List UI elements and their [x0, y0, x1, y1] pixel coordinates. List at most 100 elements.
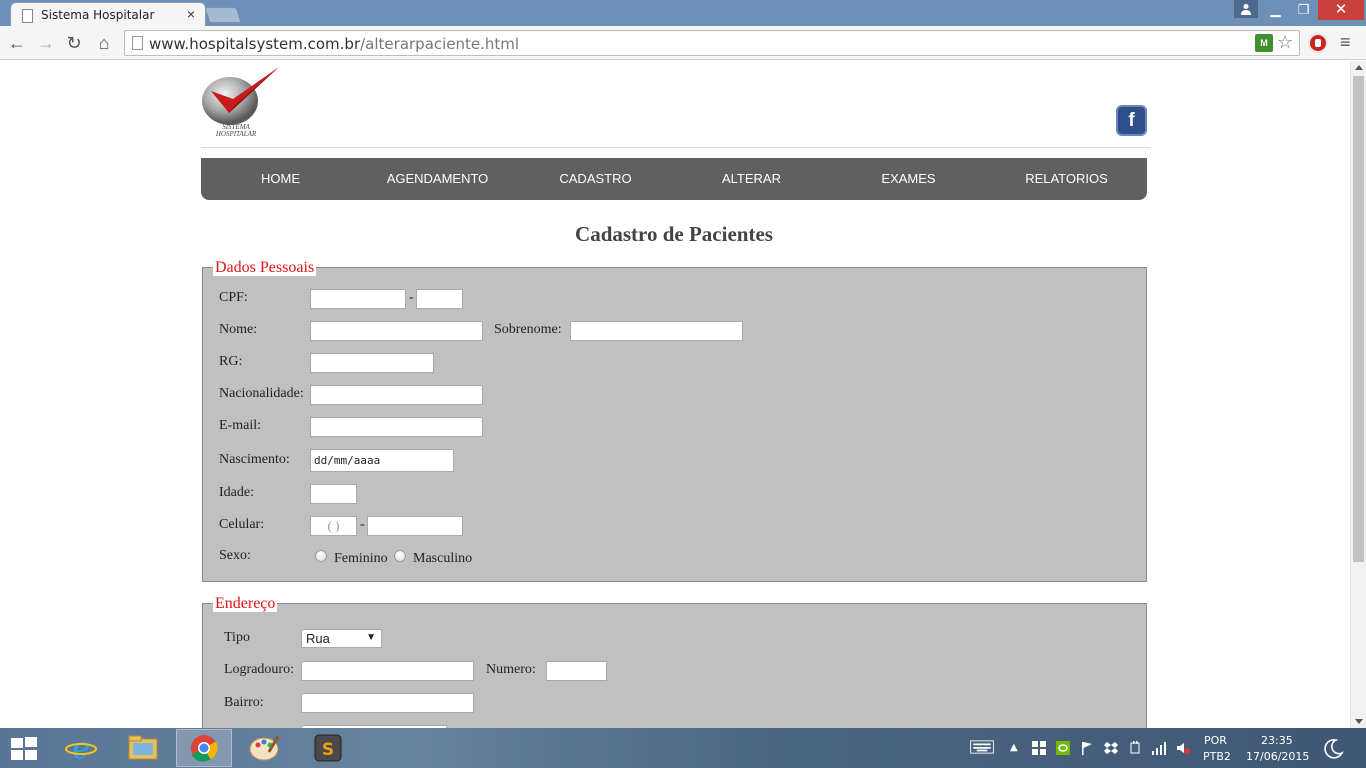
page-title: Cadastro de Pacientes: [575, 222, 773, 246]
file-explorer-icon[interactable]: [115, 729, 171, 767]
scroll-down-icon[interactable]: [1355, 719, 1363, 724]
reload-icon[interactable]: ↻: [63, 32, 85, 54]
clock-time[interactable]: 23:35: [1261, 734, 1293, 748]
celular-ddd-input[interactable]: ( ): [310, 516, 357, 536]
chrome-taskbar-icon[interactable]: [176, 729, 232, 767]
action-center-flag-icon[interactable]: [1080, 741, 1094, 755]
fieldset-dados-pessoais: Dados Pessoais CPF: - Nome: Sobrenome: R…: [202, 259, 1147, 582]
label-feminino: Feminino: [334, 551, 388, 566]
paint-icon[interactable]: [238, 729, 294, 767]
windows-taskbar: e S ▲ POR PTB2 23:35 17/06/2015: [0, 728, 1366, 768]
nav-relatorios[interactable]: RELATORIOS: [988, 158, 1145, 200]
close-window-button[interactable]: ✕: [1318, 0, 1364, 20]
main-nav: HOME AGENDAMENTO CADASTRO ALTERAR EXAMES…: [201, 158, 1147, 200]
url-text[interactable]: www.hospitalsystem.com.br/alterarpacient…: [149, 35, 519, 53]
windows-icon[interactable]: [1032, 741, 1046, 755]
nav-agendamento[interactable]: AGENDAMENTO: [359, 158, 516, 200]
rg-input[interactable]: [310, 353, 434, 373]
legend-dados-pessoais: Dados Pessoais: [213, 259, 317, 276]
quiet-hours-moon-icon[interactable]: [1322, 738, 1344, 760]
nacionalidade-input[interactable]: [310, 385, 483, 405]
language-indicator[interactable]: POR: [1204, 734, 1227, 748]
sobrenome-input[interactable]: [570, 321, 743, 341]
label-tipo: Tipo: [224, 630, 250, 645]
label-email: E-mail:: [219, 418, 261, 433]
bookmark-star-icon[interactable]: ☆: [1277, 32, 1293, 53]
label-sobrenome: Sobrenome:: [494, 322, 562, 337]
browser-titlebar: Sistema Hospitalar × ▁ ❐ ✕: [0, 0, 1366, 28]
logradouro-input[interactable]: [301, 661, 474, 681]
keyboard-icon[interactable]: [968, 740, 996, 754]
sublime-text-icon[interactable]: S: [300, 729, 356, 767]
label-rg: RG:: [219, 354, 243, 369]
svg-text:e: e: [72, 731, 90, 766]
forward-icon[interactable]: →: [35, 32, 57, 54]
scrollbar-thumb[interactable]: [1353, 76, 1364, 562]
nav-cadastro[interactable]: CADASTRO: [517, 158, 674, 200]
label-logradouro: Logradouro:: [224, 662, 294, 677]
nome-input[interactable]: [310, 321, 483, 341]
nvidia-icon[interactable]: [1056, 741, 1070, 755]
scroll-up-icon[interactable]: [1355, 65, 1363, 70]
label-sexo: Sexo:: [219, 548, 251, 563]
email-input[interactable]: [310, 417, 483, 437]
page-icon: [22, 9, 33, 23]
tab-sistema-hospitalar[interactable]: Sistema Hospitalar ×: [10, 2, 206, 28]
maximize-button[interactable]: ❐: [1290, 0, 1317, 20]
extension-icon[interactable]: M: [1255, 34, 1273, 52]
internet-explorer-icon[interactable]: e: [53, 729, 109, 767]
page-scrollbar[interactable]: [1350, 61, 1366, 728]
keyboard-layout-indicator[interactable]: PTB2: [1203, 750, 1231, 764]
logo-text: SISTEMA HOSPITALAR: [215, 123, 257, 138]
nav-home[interactable]: HOME: [202, 158, 359, 200]
start-button-icon[interactable]: [11, 737, 39, 761]
nav-exames[interactable]: EXAMES: [830, 158, 987, 200]
back-icon[interactable]: ←: [6, 32, 28, 54]
address-bar[interactable]: www.hospitalsystem.com.br/alterarpacient…: [124, 30, 1300, 56]
label-nacionalidade: Nacionalidade:: [219, 386, 304, 401]
tipo-select-value: Rua: [306, 631, 330, 646]
celular-number-input[interactable]: [367, 516, 463, 536]
home-icon[interactable]: ⌂: [93, 32, 115, 54]
new-tab-button[interactable]: [204, 7, 242, 23]
signal-icon[interactable]: [1152, 741, 1166, 755]
adblock-icon[interactable]: [1308, 33, 1328, 53]
chrome-menu-icon[interactable]: ≡: [1340, 33, 1351, 51]
radio-feminino[interactable]: [315, 550, 327, 562]
dropbox-icon[interactable]: [1104, 741, 1118, 755]
tipo-select[interactable]: Rua ▼: [301, 629, 382, 648]
tab-title: Sistema Hospitalar: [41, 8, 155, 22]
radio-masculino[interactable]: [394, 550, 406, 562]
tab-close-icon[interactable]: ×: [187, 6, 195, 22]
numero-input[interactable]: [546, 661, 607, 681]
idade-input[interactable]: [310, 484, 357, 504]
label-cpf: CPF:: [219, 290, 248, 305]
volume-muted-icon[interactable]: [1176, 741, 1190, 755]
celular-separator: -: [360, 517, 365, 532]
page-viewport: SISTEMA HOSPITALAR f HOME AGENDAMENTO CA…: [0, 61, 1350, 728]
cpf-digit-input[interactable]: [416, 289, 463, 309]
cpf-input[interactable]: [310, 289, 406, 309]
label-bairro: Bairro:: [224, 695, 264, 710]
label-masculino: Masculino: [413, 551, 473, 566]
minimize-button[interactable]: ▁: [1262, 0, 1289, 20]
svg-text:S: S: [322, 740, 334, 760]
user-profile-icon[interactable]: [1234, 0, 1258, 18]
label-celular: Celular:: [219, 517, 265, 532]
legend-endereco: Endereço: [213, 595, 278, 612]
clock-date[interactable]: 17/06/2015: [1246, 750, 1309, 764]
bairro-input[interactable]: [301, 693, 474, 713]
page-icon: [132, 36, 143, 50]
label-nome: Nome:: [219, 322, 258, 337]
show-hidden-icons-icon[interactable]: ▲: [1010, 741, 1018, 755]
browser-toolbar: ← → ↻ ⌂ www.hospitalsystem.com.br/altera…: [0, 26, 1366, 60]
power-plug-icon[interactable]: [1128, 741, 1142, 755]
facebook-icon[interactable]: f: [1116, 105, 1147, 136]
label-numero: Numero:: [486, 662, 536, 677]
nav-alterar[interactable]: ALTERAR: [673, 158, 830, 200]
cpf-separator: -: [409, 290, 414, 305]
label-nascimento: Nascimento:: [219, 452, 290, 467]
nascimento-date-input[interactable]: dd/mm/aaaa: [310, 449, 454, 472]
label-idade: Idade:: [219, 485, 254, 500]
chevron-down-icon: ▼: [366, 632, 376, 643]
